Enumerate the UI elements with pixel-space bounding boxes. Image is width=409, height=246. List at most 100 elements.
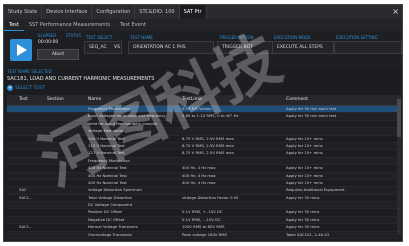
play-button[interactable] xyxy=(10,39,32,61)
table-cell xyxy=(45,195,69,201)
table-cell xyxy=(45,106,69,112)
table-row[interactable]: SAC Voltage Distortion Spectrum Requires A… xyxy=(7,187,399,195)
table-cell xyxy=(284,158,398,164)
table-cell: Apply for 10+ mins xyxy=(286,179,323,185)
table-scrollbar[interactable] xyxy=(397,95,401,235)
table-cell: Apply for 30 min each test xyxy=(286,113,337,119)
table-cell: 400 Hz Nominal Test xyxy=(88,165,127,171)
table-cell: DC Voltage Component xyxy=(88,202,133,208)
table-cell xyxy=(69,202,86,208)
table-row[interactable]: Frequency Modulation 0.15 S/S Values Apply… xyxy=(7,106,399,114)
table-cell xyxy=(69,158,86,164)
table-row[interactable]: 400 Hz Nominal Test 400 Hz, 4 Hz max Apply… xyxy=(7,165,399,173)
subtab-test-event[interactable]: Test Event xyxy=(115,19,151,31)
table-cell xyxy=(45,173,69,179)
table-cell: 100V RMS to 80V RMS xyxy=(182,224,225,230)
plus-icon: + xyxy=(7,85,13,91)
table-cell xyxy=(45,150,69,156)
test-name-label: TEST NAME xyxy=(130,35,153,40)
table-row[interactable]: 100 V Nominal Test 8.75 V RMS, 2.5V RMS m… xyxy=(7,136,399,143)
tab-configuration[interactable]: Configuration xyxy=(92,5,136,19)
column-header-name[interactable]: Name xyxy=(86,95,180,105)
table-row[interactable]: 127 V Nominal Test 8.75 V RMS, 2.5V RMS m… xyxy=(7,150,399,158)
table-cell xyxy=(45,143,69,149)
table-cell: SAC xyxy=(19,187,27,193)
table-cell: Frequency Modulation xyxy=(88,157,130,163)
table-cell: 0.1V RMS, + -10V DC xyxy=(182,209,223,215)
abort-button[interactable]: Abort xyxy=(37,49,79,60)
select-test-label: SELECT TEST xyxy=(15,85,45,91)
table-cell xyxy=(7,121,17,127)
subtab-sst-performance[interactable]: SST Performance Measurements xyxy=(24,19,115,31)
table-header: Test Section Name TestLimit Comment xyxy=(7,95,399,106)
table-row[interactable]: Input voltages for Voltage and frequency… xyxy=(7,113,399,121)
elapsed-value: 00:00:00 xyxy=(38,40,59,45)
table-cell: Apply for 10+ mins xyxy=(286,165,323,171)
table-cell xyxy=(45,180,69,186)
table-cell: SAC1... xyxy=(19,224,33,230)
table-row[interactable]: SAC1... Total Voltage Distortion Voltage D… xyxy=(7,194,399,203)
table-cell: 8.75 V RMS, 2.5V RMS max xyxy=(182,142,234,148)
table-cell xyxy=(7,158,17,164)
sub-tab-bar: Test SST Performance Measurements Test E… xyxy=(4,19,402,31)
column-header-section[interactable]: Section xyxy=(45,95,69,105)
table-row[interactable]: Voltage Modulation xyxy=(7,128,399,136)
table-cell xyxy=(7,165,17,171)
table-cell xyxy=(45,136,69,142)
table-cell xyxy=(17,113,45,119)
table-cell xyxy=(45,224,69,230)
table-row[interactable]: Positive DC Offset 0.1V RMS, + -10V DC App… xyxy=(7,209,399,217)
table-cell: Apply for 30 mins xyxy=(286,224,320,230)
table-cell xyxy=(69,136,86,142)
table-cell: Voltage Distortion Factor 0.05 xyxy=(182,194,239,200)
table-row[interactable]: Valid for use a few numbers compile xyxy=(7,120,399,129)
tab-study-state[interactable]: Study State xyxy=(4,5,43,19)
table-row[interactable]: 115 V Nominal Test 8.75 V RMS, 2.5V RMS m… xyxy=(7,142,399,151)
table-cell: Apply for 10+ mins xyxy=(286,172,323,178)
table-cell xyxy=(17,173,45,179)
table-cell xyxy=(69,113,86,119)
table-cell xyxy=(17,165,45,171)
table-cell xyxy=(180,128,284,134)
table-cell xyxy=(7,143,17,149)
tab-sat-ptr[interactable]: SAT Ptr xyxy=(179,5,207,19)
execution-mode-field[interactable]: EXECUTE ALL STEPS xyxy=(272,41,334,54)
subtab-test[interactable]: Test xyxy=(4,19,24,31)
table-cell: Valid for use a few numbers compile xyxy=(88,120,158,126)
close-icon[interactable]: × xyxy=(392,6,399,18)
sequence-title: SAC181, LOAD AND CURRENT HARMONIC MEASUR… xyxy=(7,76,155,82)
table-row[interactable]: 400 Hz Nominal Test 400 Hz, 4 Hz max Apply… xyxy=(7,179,399,188)
table-row[interactable]: SAC1... Normal Voltage Transients 100V RMS… xyxy=(7,224,399,232)
table-cell xyxy=(17,106,45,112)
table-cell xyxy=(180,202,284,208)
column-header-testlimit[interactable]: TestLimit xyxy=(180,95,284,105)
table-row[interactable]: Overvoltage Transients Peak voltage 180V … xyxy=(7,231,399,240)
table-cell: SAC1... xyxy=(19,194,33,200)
execution-setting-field[interactable] xyxy=(334,41,402,54)
table-row[interactable]: DC Voltage Component xyxy=(7,202,399,210)
column-header-comment[interactable]: Comment xyxy=(284,95,398,105)
table-cell xyxy=(69,209,86,215)
table-row[interactable]: 400 Hz Nominal Test 400 Hz, 4 Hz max Apply… xyxy=(7,172,399,180)
table-cell xyxy=(45,128,69,134)
tab-stc-dio[interactable]: STC&DIO: 100 xyxy=(135,5,180,19)
select-test-button[interactable]: + SELECT TEST xyxy=(7,85,45,91)
table-cell: 115 V Nominal Test xyxy=(88,142,125,148)
test-select-suffix: VS xyxy=(114,45,120,50)
table-cell xyxy=(7,150,17,156)
tab-device-interface[interactable]: Device Interface xyxy=(42,5,93,19)
trigger-option-field[interactable]: TRIGGER BOT xyxy=(217,41,273,54)
table-cell xyxy=(7,128,17,134)
scrollbar-thumb[interactable] xyxy=(397,99,401,137)
test-name-field[interactable]: ORIENTATION AC 1 PHS xyxy=(128,41,214,54)
sequence-name-label: TEST NAME SELECTED xyxy=(7,69,52,74)
column-header-test[interactable]: Test xyxy=(17,95,45,105)
table-cell xyxy=(17,232,45,238)
table-row[interactable]: Frequency Modulation xyxy=(7,157,399,166)
table-cell xyxy=(7,232,17,238)
table-cell xyxy=(7,217,17,223)
table-row[interactable]: Negative DC Offset 0.1V RMS, - -10V DC App… xyxy=(7,216,399,225)
column-header-check[interactable] xyxy=(7,95,17,105)
elapsed-label: ELAPSED xyxy=(38,33,57,38)
table-cell: Normal Voltage Transients xyxy=(88,224,138,230)
